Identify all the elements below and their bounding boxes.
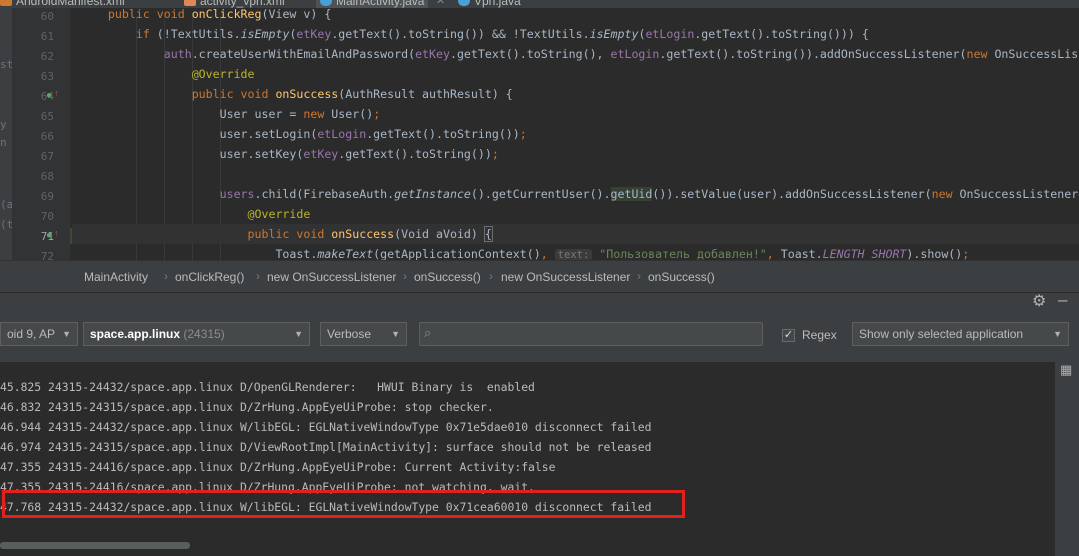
code-line-70: @Override [247,207,311,221]
breadcrumb-separator: › [489,269,493,283]
implements-arrow-icon: ↑ [54,228,59,238]
code-line-61: if (!TextUtils.isEmpty(etKey.getText().t… [135,27,869,41]
dropdown-arrow-icon: ▼ [294,329,303,339]
line-number: 63 [40,70,54,83]
panel-fragment: n [0,136,7,149]
code-line-62: auth.createUserWithEmailAndPassword(etKe… [163,47,1079,61]
code-line-66: user.setLogin(etLogin.getText().toString… [80,127,527,141]
code-line-60: public void onClickReg(View v) { [80,8,332,21]
override-marker-icon[interactable]: ● [46,230,52,241]
tab-android-manifest[interactable]: AndroidManifest.xml [0,0,125,8]
process-selector[interactable]: space.app.linux (24315) ▼ [83,322,310,346]
breadcrumb-item[interactable]: new OnSuccessListener [501,270,630,284]
breadcrumb-item[interactable]: new OnSuccessListener [267,270,396,284]
left-tool-panel-edge: st y n (a (t [0,8,13,260]
log-level-selector[interactable]: Verbose ▼ [320,322,407,346]
regex-label: Regex [802,328,837,342]
logcat-filter-bar: oid 9, AP ▼ space.app.linux (24315) ▼ Ve… [0,310,1079,362]
breadcrumb-item[interactable]: MainActivity [84,270,148,284]
breadcrumb-separator: › [164,269,168,283]
layout-file-icon [184,0,196,6]
logcat-toolbar: ▦ [1055,362,1079,556]
line-number: 65 [40,110,54,123]
dropdown-arrow-icon: ▼ [62,329,71,339]
hide-minus-icon[interactable]: – [1058,290,1067,310]
code-line-67: user.setKey(etKey.getText().toString()); [80,147,499,161]
search-icon: ⌕ [424,325,432,340]
code-editor[interactable]: public void onClickReg(View v) { if (!Te… [72,8,1079,260]
filter-mode-selector[interactable]: Show only selected application ▼ [852,322,1069,346]
layout-icon[interactable]: ▦ [1060,362,1072,378]
line-number: 68 [40,170,54,183]
editor-tab-strip: AndroidManifest.xml activity_vpn.xml Mai… [0,0,1079,8]
logcat-header: ⚙ – [0,290,1079,311]
breadcrumb: MainActivity › onClickReg() › new OnSucc… [0,260,1079,293]
checkmark-icon: ✓ [783,329,794,341]
override-marker-icon[interactable]: ● [46,90,52,101]
code-line-71: public void onSuccess(Void aVoid) { [72,224,1079,244]
dropdown-arrow-icon: ▼ [391,329,400,339]
panel-fragment: y [0,118,7,131]
toast-string-literal: "Пользователь добавлен!" [599,247,767,260]
java-class-icon [458,0,470,6]
line-number-gutter: 60 61 62 63 64 ● ↑ 65 66 67 68 69 70 71 … [12,8,70,263]
breadcrumb-item[interactable]: onClickReg() [175,270,244,284]
tab-main-activity[interactable]: MainActivity.java [316,0,429,8]
highlight-annotation-box [2,490,685,518]
breadcrumb-separator: › [403,269,407,283]
log-search-input[interactable]: ⌕ [419,322,763,346]
tab-activity-vpn[interactable]: activity_vpn.xml [184,0,285,8]
logcat-output[interactable]: 45.825 24315-24432/space.app.linux D/Ope… [0,362,1055,556]
settings-gear-icon[interactable]: ⚙ [1032,291,1046,311]
horizontal-scrollbar[interactable] [0,542,190,549]
log-line: 46.974 24315-24315/space.app.linux D/Vie… [0,440,652,454]
breadcrumb-item[interactable]: onSuccess() [648,270,715,284]
breadcrumb-separator: › [256,269,260,283]
line-number: 60 [40,10,54,23]
line-number: 62 [40,50,54,63]
log-line: 46.832 24315-24315/space.app.linux D/ZrH… [0,400,494,414]
line-number: 61 [40,30,54,43]
line-number: 67 [40,150,54,163]
log-line: 47.355 24315-24416/space.app.linux D/ZrH… [0,460,556,474]
code-line-65: User user = new User(); [80,107,381,121]
code-line-69: users.child(FirebaseAuth.getInstance().g… [219,187,1079,201]
log-line: 46.944 24315-24432/space.app.linux W/lib… [0,420,652,434]
line-number: 70 [40,210,54,223]
java-class-icon [320,0,332,6]
breadcrumb-separator: › [637,269,641,283]
regex-checkbox[interactable]: ✓ [782,329,795,342]
code-line-72: Toast.makeText(getApplicationContext(), … [80,247,970,260]
device-selector[interactable]: oid 9, AP ▼ [0,322,78,346]
log-line: 45.825 24315-24432/space.app.linux D/Ope… [0,380,535,394]
tab-close-icon[interactable]: ✕ [436,0,445,7]
xml-file-icon [0,0,12,6]
breadcrumb-item[interactable]: onSuccess() [414,270,481,284]
dropdown-arrow-icon: ▼ [1053,329,1062,339]
parameter-hint: text: [554,249,593,260]
line-number: 66 [40,130,54,143]
code-line-63: @Override [191,67,255,81]
implements-arrow-icon: ↑ [54,88,59,98]
line-number: 69 [40,190,54,203]
tab-vpn[interactable]: Vpn.java [458,0,521,8]
code-line-64: public void onSuccess(AuthResult authRes… [191,87,513,101]
